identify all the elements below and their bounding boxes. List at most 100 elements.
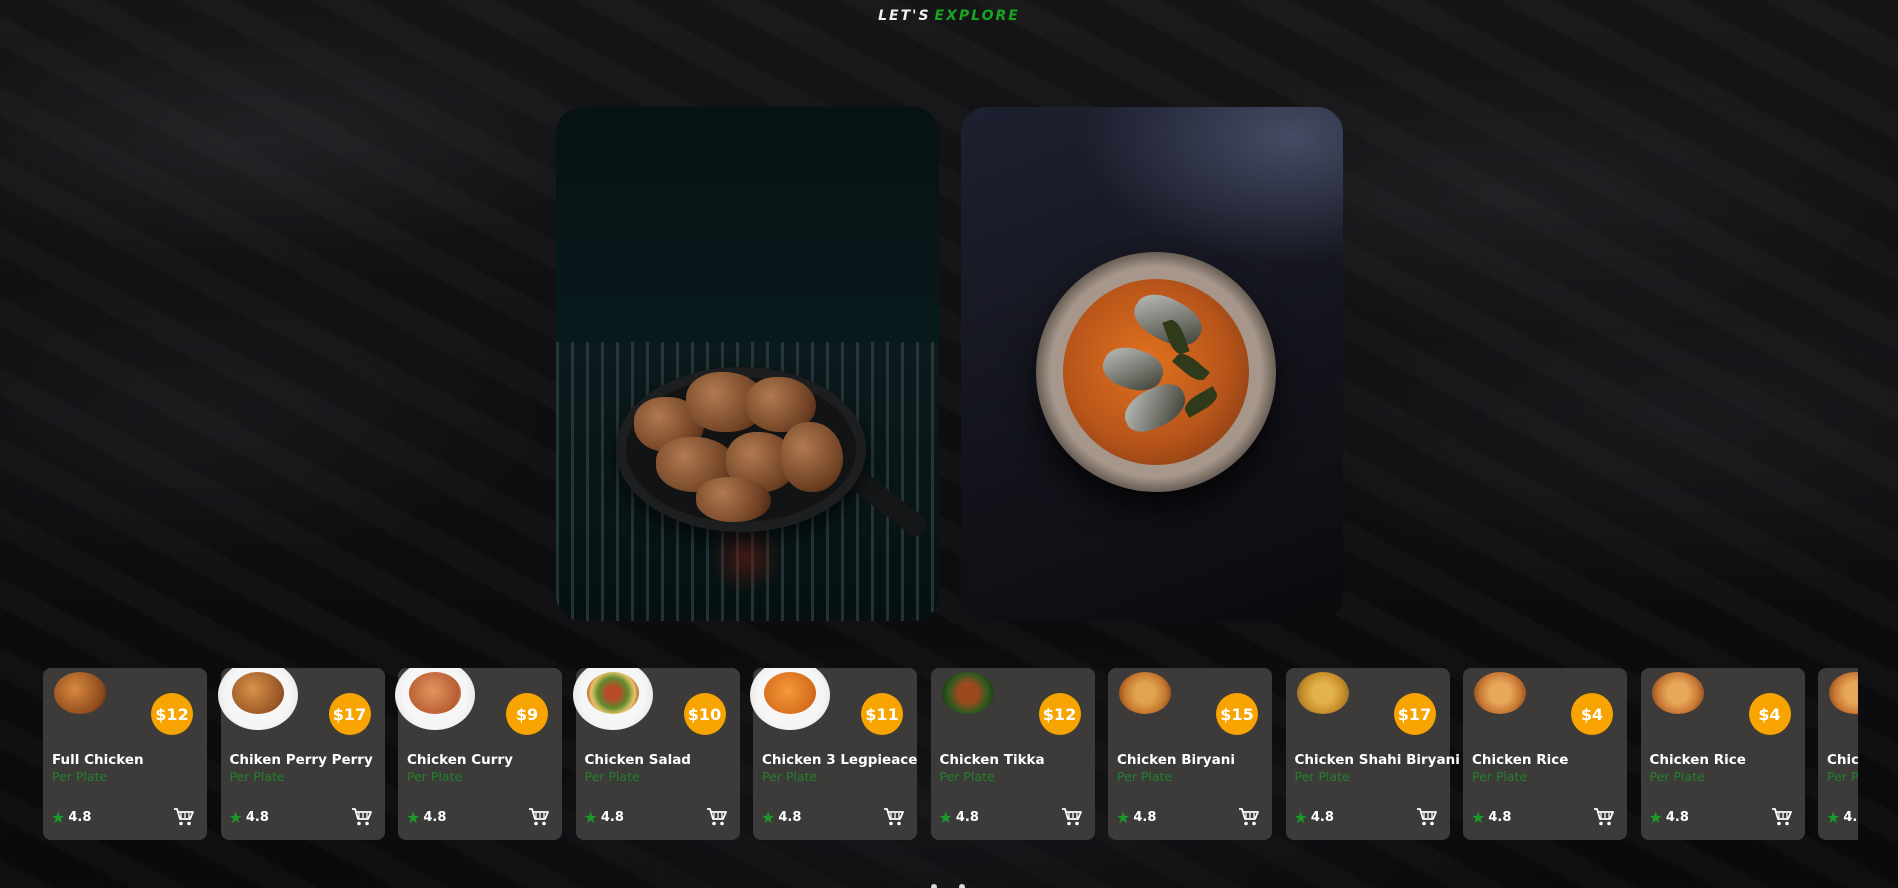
price-badge: $9 bbox=[506, 693, 548, 735]
rating-value: 4.8 bbox=[1310, 810, 1334, 825]
curry-leaf bbox=[1181, 386, 1221, 418]
rating: ★ 4.8 bbox=[1116, 808, 1156, 827]
rating: ★ 4.8 bbox=[761, 808, 801, 827]
price-badge: $12 bbox=[151, 693, 193, 735]
food-thumbnail bbox=[217, 668, 298, 730]
menu-card-row[interactable]: $12 Full Chicken Per Plate ★ 4.8 $17 Chi… bbox=[43, 668, 1858, 840]
price-badge: $17 bbox=[1393, 693, 1436, 735]
dish-name: Chicken Shahi Biryani bbox=[1294, 752, 1460, 768]
fried-chicken-piece bbox=[781, 422, 843, 492]
star-icon: ★ bbox=[51, 808, 66, 827]
menu-card-7[interactable]: $15 Chicken Biryani Per Plate ★ 4.8 bbox=[1108, 668, 1272, 840]
rating: ★ 4.8 bbox=[229, 808, 269, 827]
star-icon: ★ bbox=[761, 808, 776, 827]
title-word-lets: LET'S bbox=[878, 8, 931, 24]
serving-label: Per Plate bbox=[229, 769, 285, 784]
legpiece-plate-icon bbox=[764, 672, 816, 714]
serving-label: Per Plate bbox=[1117, 769, 1173, 784]
star-icon: ★ bbox=[938, 808, 953, 827]
curry-bowl-icon bbox=[409, 672, 461, 714]
dish-name: Chicken 3 Legpieace bbox=[762, 752, 918, 768]
food-thumbnail bbox=[1283, 668, 1363, 730]
menu-card-8[interactable]: $17 Chicken Shahi Biryani Per Plate ★ 4.… bbox=[1283, 668, 1460, 840]
star-icon: ★ bbox=[228, 808, 243, 827]
biryani-bowl-icon bbox=[1119, 672, 1171, 714]
serving-label: Per Plate bbox=[407, 769, 463, 784]
rating-value: 4.8 bbox=[1843, 810, 1858, 825]
carousel-dot[interactable] bbox=[931, 884, 937, 888]
curry-liquid bbox=[1063, 279, 1249, 465]
menu-card-9[interactable]: $4 Chicken Rice Per Plate ★ 4.8 bbox=[1463, 668, 1627, 840]
curry-leaf bbox=[1172, 349, 1210, 385]
add-to-cart-icon[interactable] bbox=[1238, 807, 1260, 827]
menu-card-2[interactable]: $17 Chiken Perry Perry Per Plate ★ 4.8 bbox=[217, 668, 385, 840]
price-badge: $12 bbox=[1038, 693, 1081, 735]
dish-name: Chicken Salad bbox=[584, 752, 691, 768]
price-badge: $15 bbox=[1216, 693, 1258, 735]
hero-image-fish-curry bbox=[961, 107, 1343, 621]
rating: ★ 4.8 bbox=[51, 808, 91, 827]
serving-label: Per Plate bbox=[1472, 769, 1528, 784]
rating-value: 4.8 bbox=[1133, 810, 1157, 825]
dish-name: Chiken Perry Perry bbox=[229, 752, 373, 768]
shahi-biryani-icon bbox=[1296, 672, 1349, 714]
carousel-dot[interactable] bbox=[959, 884, 965, 888]
dish-name: Chicken Rice bbox=[1649, 752, 1746, 768]
price-badge: $11 bbox=[861, 693, 903, 735]
serving-label: Per Plate bbox=[52, 769, 108, 784]
serving-label: Per Plate bbox=[762, 769, 818, 784]
menu-card-5[interactable]: $11 Chicken 3 Legpieace Per Plate ★ 4.8 bbox=[750, 668, 917, 840]
menu-card-1[interactable]: $12 Full Chicken Per Plate ★ 4.8 bbox=[43, 668, 207, 840]
price-badge: $4 bbox=[1571, 693, 1613, 735]
add-to-cart-icon[interactable] bbox=[1061, 807, 1083, 827]
price-badge: $17 bbox=[328, 693, 371, 735]
rating: ★ 4.8 bbox=[939, 808, 979, 827]
rating: ★ 4.8 bbox=[1649, 808, 1689, 827]
star-icon: ★ bbox=[1293, 808, 1308, 827]
food-thumbnail bbox=[572, 668, 653, 730]
add-to-cart-icon[interactable] bbox=[173, 807, 195, 827]
rating-value: 4.8 bbox=[423, 810, 447, 825]
food-thumbnail bbox=[43, 668, 120, 730]
rice-bowl-icon bbox=[1829, 672, 1858, 714]
dish-name: Full Chicken bbox=[52, 752, 144, 768]
roast-chicken-icon bbox=[54, 672, 106, 714]
star-icon: ★ bbox=[1471, 808, 1486, 827]
food-thumbnail bbox=[1638, 668, 1718, 730]
food-thumbnail bbox=[1105, 668, 1185, 730]
serving-label: Per Plate bbox=[584, 769, 640, 784]
food-thumbnail bbox=[1460, 668, 1540, 730]
curry-bowl bbox=[1036, 252, 1276, 492]
rating-value: 4.8 bbox=[600, 810, 624, 825]
menu-card-3[interactable]: $9 Chicken Curry Per Plate ★ 4.8 bbox=[395, 668, 562, 840]
rating: ★ 4.8 bbox=[584, 808, 624, 827]
chicken-plate-icon bbox=[231, 672, 284, 714]
rating-value: 4.8 bbox=[955, 810, 979, 825]
rating-value: 4.8 bbox=[68, 810, 92, 825]
add-to-cart-icon[interactable] bbox=[1593, 807, 1615, 827]
dish-name: Chicken Curry bbox=[407, 752, 513, 768]
food-thumbnail bbox=[395, 668, 475, 730]
serving-label: Per Plate bbox=[1294, 769, 1350, 784]
rating-value: 4.8 bbox=[778, 810, 802, 825]
hero-image-fried-chicken bbox=[556, 107, 939, 621]
star-icon: ★ bbox=[1648, 808, 1663, 827]
salad-bowl-icon bbox=[586, 672, 639, 714]
menu-card-10[interactable]: $4 Chicken Rice Per Plate ★ 4.8 bbox=[1638, 668, 1805, 840]
dish-name: Chicken Tikka bbox=[939, 752, 1045, 768]
menu-card-11[interactable]: $4 Chicken Rice Per Plate ★ 4.8 bbox=[1818, 668, 1858, 840]
dish-name: Chicken Biryani bbox=[1117, 752, 1235, 768]
rice-bowl-icon bbox=[1651, 672, 1704, 714]
rating: ★ 4.8 bbox=[1294, 808, 1334, 827]
add-to-cart-icon[interactable] bbox=[1771, 807, 1793, 827]
carousel-dots[interactable] bbox=[931, 884, 971, 888]
menu-card-6[interactable]: $12 Chicken Tikka Per Plate ★ 4.8 bbox=[930, 668, 1095, 840]
menu-card-4[interactable]: $10 Chicken Salad Per Plate ★ 4.8 bbox=[572, 668, 740, 840]
add-to-cart-icon[interactable] bbox=[883, 807, 905, 827]
add-to-cart-icon[interactable] bbox=[528, 807, 550, 827]
rating-value: 4.8 bbox=[245, 810, 269, 825]
add-to-cart-icon[interactable] bbox=[351, 807, 373, 827]
add-to-cart-icon[interactable] bbox=[1416, 807, 1438, 827]
rating: ★ 4.8 bbox=[406, 808, 446, 827]
add-to-cart-icon[interactable] bbox=[706, 807, 728, 827]
